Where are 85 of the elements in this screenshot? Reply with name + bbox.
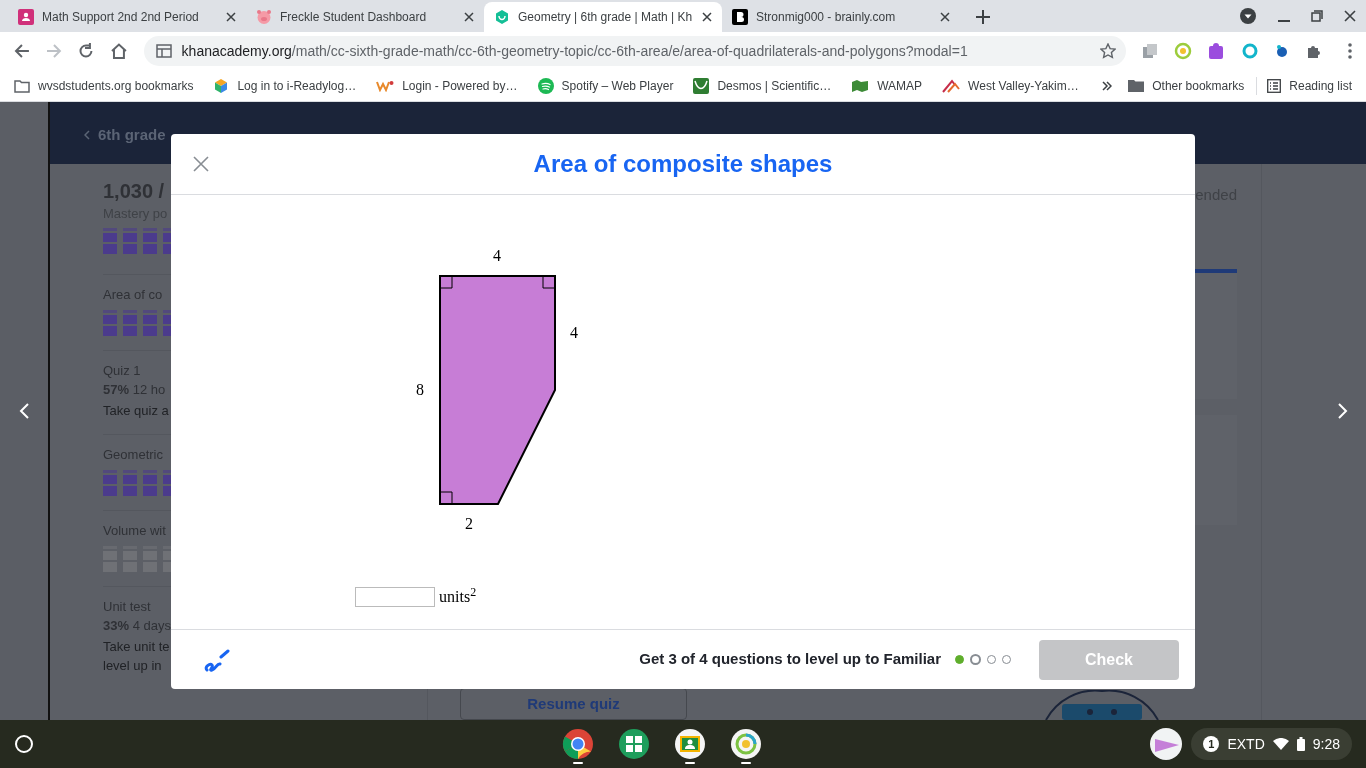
star-icon[interactable]	[1100, 43, 1116, 59]
side-length-label: 8	[416, 381, 424, 398]
calculator-icon[interactable]	[617, 728, 650, 760]
list-icon	[1267, 78, 1282, 93]
mastery-bars-icon	[103, 545, 171, 572]
right-angle-mark	[439, 491, 453, 505]
close-icon[interactable]	[226, 12, 236, 22]
mastery-bars-icon	[103, 469, 171, 496]
home-icon[interactable]	[109, 43, 128, 59]
battery-icon	[1296, 737, 1305, 751]
right-angle-mark	[439, 275, 453, 289]
dot-icon[interactable]	[1274, 43, 1290, 59]
browser-tab[interactable]: Freckle Student Dashboard	[246, 2, 484, 32]
tab-title: Math Support 2nd 2nd Period	[42, 9, 200, 26]
close-icon[interactable]	[1344, 10, 1356, 22]
bookmark[interactable]: WAMAP	[851, 76, 923, 95]
browser-tab[interactable]: Math Support 2nd 2nd Period	[8, 2, 246, 32]
browser-tab[interactable]: Geometry | 6th grade | Math | Kh	[484, 2, 722, 32]
ring-icon[interactable]	[729, 728, 762, 760]
curve-icon	[693, 77, 710, 94]
copy-icon[interactable]	[1142, 43, 1158, 59]
tab-title: Freckle Student Dashboard	[280, 9, 428, 26]
bookmark[interactable]: West Valley-Yakim…	[942, 76, 1079, 95]
classroom-icon[interactable]	[673, 728, 706, 760]
page-info-icon[interactable]	[155, 44, 172, 58]
tab-title: Geometry | 6th grade | Math | Kh	[518, 9, 694, 26]
clock: 9:28	[1312, 734, 1340, 754]
running-indicator	[684, 762, 695, 764]
running-indicator	[740, 762, 751, 764]
mastery-bars-icon	[103, 309, 171, 336]
mastery-bars-icon	[103, 227, 171, 254]
close-icon[interactable]	[940, 12, 950, 22]
chevron-left-icon[interactable]	[19, 403, 29, 419]
quiz-note: Take quiz a	[103, 401, 169, 420]
plus-icon[interactable]	[976, 10, 990, 24]
wifi-icon	[1272, 738, 1289, 750]
classroom-icon	[18, 9, 34, 25]
running-indicator	[572, 762, 583, 764]
status-area[interactable]: 1 EXTD 9:28	[1191, 728, 1352, 760]
bookmark[interactable]: Spotify – Web Player	[537, 76, 674, 95]
url-text: khanacademy.org/math/cc-sixth-grade-math/cc-6th-geometry-topic/cc-6th-area/e/area-of-quadrilaterals-and-polygons?modal=1	[181, 41, 969, 61]
side-length-label: 2	[465, 515, 473, 532]
scratchpad-icon[interactable]	[204, 647, 230, 672]
chevron-right-icon[interactable]	[1338, 403, 1348, 419]
peak-icon	[942, 78, 961, 93]
side-length-label: 4	[570, 324, 578, 341]
back-arrow-icon[interactable]	[14, 43, 30, 59]
w-logo-icon	[376, 79, 395, 92]
letter-b-icon	[732, 9, 748, 25]
reading-list-button[interactable]: Reading list	[1267, 76, 1352, 95]
notification-count: 1	[1203, 736, 1220, 752]
tab-title: Stronmig000 - brainly.com	[756, 9, 897, 26]
launcher-icon[interactable]	[14, 734, 34, 754]
restore-icon[interactable]	[1311, 10, 1323, 22]
answer-field[interactable]	[355, 587, 435, 607]
dropdown-icon[interactable]	[1240, 8, 1256, 24]
chevron-double-icon[interactable]	[1102, 80, 1113, 91]
display-mode: EXTD	[1227, 734, 1265, 754]
hexagon-leaf-icon	[494, 9, 510, 25]
cube-icon	[213, 77, 230, 94]
right-angle-mark	[542, 275, 556, 289]
bookmark[interactable]: Desmos | Scientific…	[693, 76, 832, 95]
bookmark[interactable]: Log in to i-Readylog…	[213, 76, 357, 95]
bookmark-folder[interactable]: Other bookmarks	[1128, 76, 1258, 95]
close-icon[interactable]	[702, 12, 712, 22]
map-icon	[851, 78, 870, 93]
bookmark[interactable]: Login - Powered by…	[376, 76, 518, 95]
menu-icon[interactable]	[1348, 43, 1352, 59]
bookmark[interactable]: wvsdstudents.org bookmarks	[14, 76, 194, 95]
close-icon[interactable]	[464, 12, 474, 22]
chrome-icon[interactable]	[561, 728, 594, 760]
reload-icon[interactable]	[77, 43, 94, 59]
browser-tab[interactable]: Stronmig000 - brainly.com	[722, 2, 960, 32]
quiz-note: Take unit te level up in	[103, 637, 170, 675]
side-length-label: 4	[493, 247, 501, 264]
pig-icon	[256, 9, 272, 25]
avatar-icon[interactable]	[1149, 727, 1184, 761]
dialog-title: Area of composite shapes	[533, 149, 833, 179]
level-up-goal: Get 3 of 4 questions to level up to Familiar	[639, 649, 941, 670]
unit-label: units$^{2}$	[439, 585, 477, 607]
chevron-left-icon	[84, 130, 90, 141]
address-field[interactable]: khanacademy.org/math/cc-sixth-grade-math/cc-6th-geometry-topic/cc-6th-area/e/area-of-quadrilaterals-and-polygons?modal=1	[143, 36, 1126, 66]
folder-icon	[1128, 79, 1145, 92]
spotify-icon	[537, 77, 554, 94]
folder-icon	[14, 78, 30, 93]
